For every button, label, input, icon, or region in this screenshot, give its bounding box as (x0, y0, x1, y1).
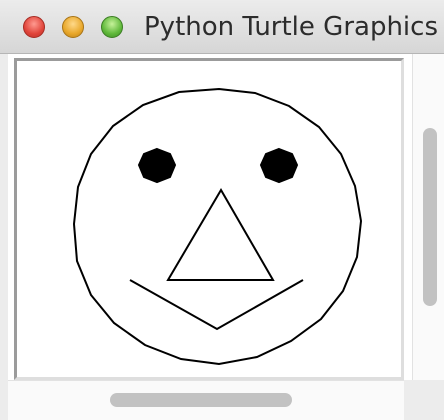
right-eye (259, 147, 299, 184)
left-eye (137, 147, 177, 184)
turtle-canvas[interactable] (14, 58, 404, 380)
title-bar[interactable]: Python Turtle Graphics (0, 0, 444, 54)
smiley-drawing (72, 87, 363, 366)
mouth (129, 279, 304, 331)
window-title: Python Turtle Graphics (144, 12, 438, 42)
vertical-scrollbar[interactable] (412, 54, 444, 380)
vertical-scroll-thumb[interactable] (423, 128, 437, 306)
nose-triangle (166, 188, 275, 281)
face-outline (72, 87, 363, 366)
horizontal-scrollbar[interactable] (8, 380, 404, 420)
close-button[interactable] (23, 16, 45, 38)
turtle-window: Python Turtle Graphics (0, 0, 444, 420)
horizontal-scroll-thumb[interactable] (110, 393, 292, 407)
scroll-corner (404, 380, 444, 420)
window-content (8, 54, 444, 420)
maximize-button[interactable] (101, 16, 123, 38)
minimize-button[interactable] (62, 16, 84, 38)
